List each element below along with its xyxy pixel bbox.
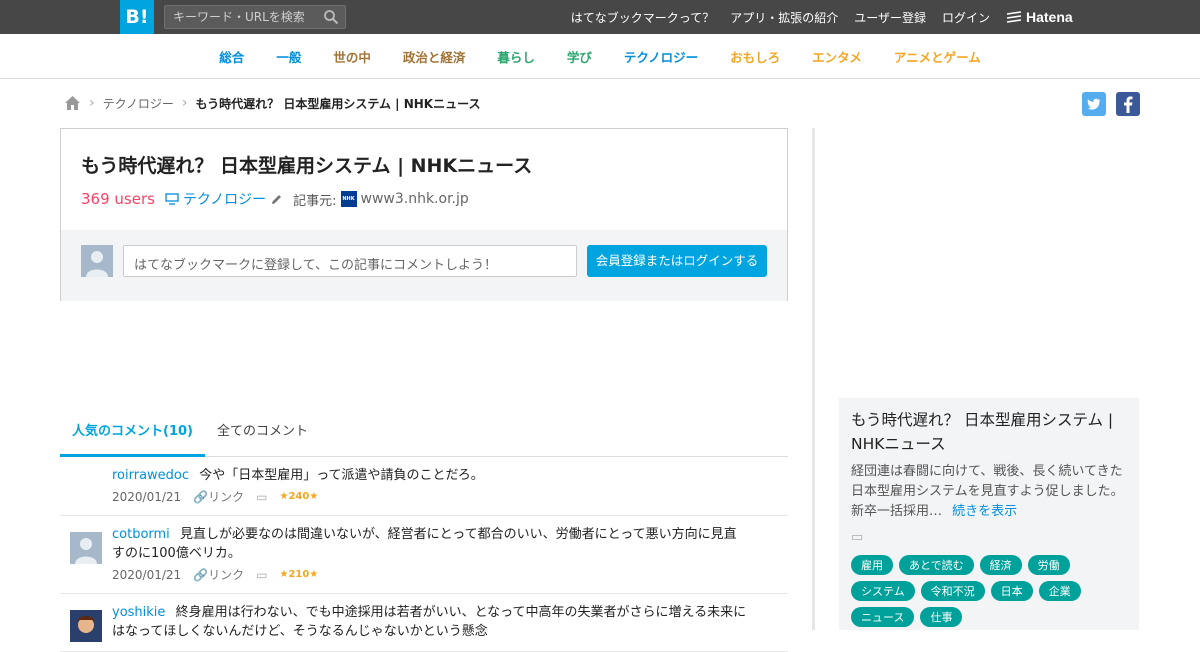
facebook-share-button[interactable]	[1116, 92, 1140, 116]
hatena-mark-icon	[1006, 11, 1022, 23]
twitter-share-button[interactable]	[1082, 92, 1106, 116]
hatena-brand[interactable]: Hatena	[1006, 0, 1073, 34]
apps-link[interactable]: アプリ・拡張の紹介	[730, 9, 838, 26]
comment-text: 今や「日本型雇用」って派遣や請負のことだろ。	[199, 468, 484, 483]
comment-link-label: リンク	[208, 568, 245, 582]
search-input[interactable]	[165, 6, 315, 28]
nav-item[interactable]: 暮らし	[481, 47, 551, 66]
read-more-link[interactable]: 続きを表示	[952, 504, 1017, 519]
tag-chip[interactable]: 令和不況	[920, 581, 985, 601]
facebook-icon	[1124, 96, 1133, 113]
nav-item[interactable]: 総合	[203, 47, 260, 66]
tab-all-comments[interactable]: 全てのコメント	[205, 420, 320, 457]
default-avatar-icon[interactable]	[70, 532, 102, 564]
about-link[interactable]: はてなブックマークって？	[571, 9, 714, 26]
nav-item[interactable]: エンタメ	[796, 47, 878, 66]
entry-card: もう時代遅れ？ 日本型雇用システム | NHKニュース 369 users テク…	[60, 128, 788, 301]
comment-box: はてなブックマークに登録して、この記事にコメントしよう！ 会員登録またはログイン…	[61, 230, 787, 301]
source-label: 記事元:	[293, 193, 337, 209]
entry-meta: 369 users テクノロジー 記事元: NHK www3.nhk.or.jp	[81, 189, 469, 209]
star-count-value: 210	[288, 569, 310, 580]
entry-category[interactable]: テクノロジー	[165, 189, 283, 209]
tag-chip[interactable]: あとで読む	[899, 555, 974, 575]
header-links: はてなブックマークって？ アプリ・拡張の紹介 ユーザー登録 ログイン	[571, 0, 990, 34]
user-avatar-icon[interactable]	[70, 610, 102, 642]
twitter-icon	[1087, 98, 1100, 110]
comment-user[interactable]: roirrawedoc	[112, 468, 189, 483]
star-count-value: 240	[288, 491, 310, 502]
comment-link[interactable]: 🔗リンク	[193, 488, 244, 505]
users-count[interactable]: 369 users	[81, 190, 155, 208]
link-icon: 🔗	[193, 568, 209, 582]
entry-summary-card: もう時代遅れ？ 日本型雇用システム | NHKニュース 経団連は春闘に向けて、戦…	[839, 398, 1139, 630]
star-count[interactable]: ★210★	[279, 569, 318, 580]
tag-chip[interactable]: 仕事	[920, 607, 963, 627]
search-icon[interactable]	[323, 9, 339, 25]
tag-chip[interactable]: システム	[851, 581, 915, 601]
nav-item[interactable]: 世の中	[317, 47, 387, 66]
tag-list: 雇用 あとで読む 経済 労働システム 令和不況 日本 企業ニュース 仕事	[851, 555, 1101, 627]
register-login-button[interactable]: 会員登録またはログインする	[587, 245, 767, 277]
summary-text: 経団連は春闘に向けて、戦後、長く続いてきた日本型雇用システムを見直すよう促しまし…	[851, 462, 1127, 522]
breadcrumb-category[interactable]: テクノロジー	[103, 95, 174, 112]
comment-text: 終身雇用は行わない、でも中途採用は若者がいい、となって中高年の失業者がさらに増え…	[112, 605, 747, 639]
comment-tabs: 人気のコメント(10) 全てのコメント	[60, 420, 788, 457]
search-box	[164, 5, 346, 29]
default-avatar-icon	[81, 245, 113, 277]
image-icon[interactable]: ▭	[851, 530, 1127, 545]
register-link[interactable]: ユーザー登録	[854, 9, 926, 26]
chevron-right-icon: ›	[181, 95, 188, 111]
top-header: B! はてなブックマークって？ アプリ・拡張の紹介 ユーザー登録 ログイン Ha…	[0, 0, 1200, 34]
nhk-favicon-icon: NHK	[340, 191, 357, 207]
category-nav: 総合 一般 世の中 政治と経済 暮らし 学び テクノロジー おもしろ エンタメ アニメとゲーム	[0, 34, 1200, 79]
comment-user[interactable]: yoshikie	[112, 605, 165, 620]
nav-item[interactable]: アニメとゲーム	[878, 47, 997, 66]
comment-link[interactable]: 🔗リンク	[193, 566, 244, 583]
comment-text: 見直しが必要なのは間違いないが、経営者にとって都合のいい、労働者にとって悪い方向…	[112, 527, 737, 561]
comment-item: roirrawedoc 今や「日本型雇用」って派遣や請負のことだろ。 2020/…	[60, 457, 788, 516]
comment-list: roirrawedoc 今や「日本型雇用」って派遣や請負のことだろ。 2020/…	[60, 457, 788, 652]
hatena-bookmark-logo[interactable]: B!	[120, 0, 154, 34]
tab-popular-comments[interactable]: 人気のコメント(10)	[60, 420, 205, 457]
nav-item[interactable]: おもしろ	[714, 47, 796, 66]
comment-item: cotbormi 見直しが必要なのは間違いないが、経営者にとって都合のいい、労働…	[60, 516, 788, 594]
link-icon: 🔗	[193, 490, 209, 504]
source-domain[interactable]: www3.nhk.or.jp	[361, 191, 469, 207]
login-link[interactable]: ログイン	[942, 9, 990, 26]
entry-category-label: テクノロジー	[182, 192, 267, 208]
comment-item: yoshikie 終身雇用は行わない、でも中途採用は若者がいい、となって中高年の…	[60, 594, 788, 652]
chevron-right-icon: ›	[89, 95, 95, 111]
star-count[interactable]: ★240★	[279, 491, 318, 502]
nav-item[interactable]: 一般	[260, 47, 317, 66]
tag-chip[interactable]: ニュース	[851, 607, 915, 627]
tag-chip[interactable]: 日本	[990, 581, 1033, 601]
hatena-brand-label: Hatena	[1026, 9, 1073, 25]
image-icon[interactable]: ▭	[256, 490, 267, 504]
nav-item[interactable]: テクノロジー	[608, 47, 714, 66]
summary-title[interactable]: もう時代遅れ？ 日本型雇用システム | NHKニュース	[851, 408, 1127, 456]
nav-item[interactable]: 政治と経済	[387, 47, 482, 66]
comment-link-label: リンク	[208, 490, 245, 504]
entry-source: 記事元: NHK www3.nhk.or.jp	[293, 190, 469, 209]
entry-title[interactable]: もう時代遅れ？ 日本型雇用システム | NHKニュース	[81, 151, 532, 178]
breadcrumb-current: もう時代遅れ？ 日本型雇用システム | NHKニュース	[195, 96, 481, 111]
tag-chip[interactable]: 経済	[979, 555, 1022, 575]
home-icon[interactable]	[64, 95, 81, 111]
nav-item[interactable]: 学び	[551, 47, 608, 66]
tag-chip[interactable]: 企業	[1038, 581, 1081, 601]
pencil-icon[interactable]	[270, 193, 283, 206]
comment-date[interactable]: 2020/01/21	[112, 490, 181, 504]
breadcrumb: › テクノロジー › もう時代遅れ？ 日本型雇用システム | NHKニュース	[64, 92, 480, 114]
monitor-icon	[165, 193, 179, 205]
column-divider	[812, 128, 815, 630]
comment-input[interactable]: はてなブックマークに登録して、この記事にコメントしよう！	[123, 245, 577, 277]
tag-chip[interactable]: 労働	[1027, 555, 1070, 575]
tag-chip[interactable]: 雇用	[851, 555, 893, 575]
comment-date[interactable]: 2020/01/21	[112, 568, 181, 582]
comment-user[interactable]: cotbormi	[112, 527, 170, 542]
image-icon[interactable]: ▭	[256, 568, 267, 582]
